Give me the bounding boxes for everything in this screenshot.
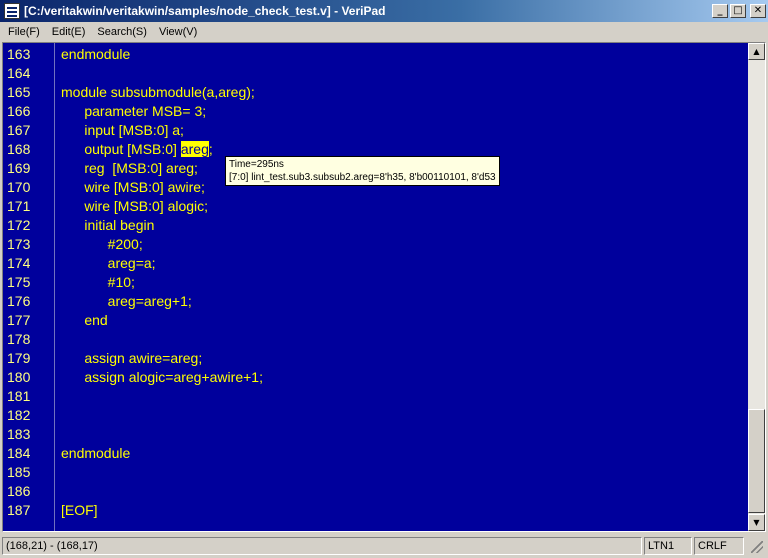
line-number: 187 (7, 502, 31, 518)
line-text: areg=areg+1; (61, 293, 192, 309)
line-number: 165 (7, 84, 31, 100)
line-text: endmodule (61, 46, 131, 62)
minimize-button[interactable]: _ (712, 4, 728, 18)
line-number: 166 (7, 103, 31, 119)
code-line: 166 parameter MSB= 3; (3, 102, 747, 121)
line-text: endmodule (61, 445, 131, 461)
line-text-before: output [MSB:0] (61, 141, 181, 157)
encoding-indicator: LTN1 (644, 536, 692, 555)
line-text: module subsubmodule(a,areg); (61, 84, 255, 100)
code-line: 185 (3, 463, 747, 482)
window-title: [C:/veritakwin/veritakwin/samples/node_c… (24, 4, 386, 18)
line-number: 171 (7, 198, 31, 214)
code-line: 182 (3, 406, 747, 425)
line-number: 169 (7, 160, 31, 176)
code-line: 177 end (3, 311, 747, 330)
line-text: wire [MSB:0] alogic; (61, 198, 209, 214)
code-line: 163 endmodule (3, 45, 747, 64)
scroll-up-button[interactable]: ▲ (748, 43, 765, 60)
maximize-button[interactable]: □ (730, 4, 746, 18)
tooltip-value: [7:0] lint_test.sub3.subsub2.areg=8'h35,… (229, 172, 496, 183)
code-line: 184 endmodule (3, 444, 747, 463)
code-line: 174 areg=a; (3, 254, 747, 273)
code-line: 175 #10; (3, 273, 747, 292)
vertical-scrollbar[interactable]: ▲ ▼ (748, 43, 765, 531)
line-text: end (61, 312, 108, 328)
line-number: 181 (7, 388, 31, 404)
menu-bar: File(F) Edit(E) Search(S) View(V) (0, 22, 768, 42)
code-line: 179 assign awire=areg; (3, 349, 747, 368)
line-text: parameter MSB= 3; (61, 103, 207, 119)
selected-text[interactable]: areg (180, 141, 209, 157)
menu-search[interactable]: Search(S) (91, 26, 153, 38)
code-line: 187 [EOF] (3, 501, 747, 520)
line-ending-indicator: CRLF (694, 536, 744, 555)
window-controls: _ □ ✕ (712, 4, 766, 18)
code-line: 167 input [MSB:0] a; (3, 121, 747, 140)
close-button[interactable]: ✕ (750, 4, 766, 18)
line-number: 164 (7, 65, 31, 81)
line-number: 167 (7, 122, 31, 138)
scroll-thumb[interactable] (748, 409, 765, 513)
line-number: 183 (7, 426, 31, 442)
code-line: 165 module subsubmodule(a,areg); (3, 83, 747, 102)
line-text: output [MSB:0] areg; (61, 140, 213, 159)
code-editor[interactable]: 163 endmodule 164 165 module subsubmodule(… (2, 42, 766, 532)
code-line: 186 (3, 482, 747, 501)
title-bar: [C:/veritakwin/veritakwin/samples/node_c… (0, 0, 768, 22)
code-line: 183 (3, 425, 747, 444)
line-text: assign awire=areg; (61, 350, 203, 366)
app-icon (4, 3, 20, 19)
line-number: 177 (7, 312, 31, 328)
menu-edit[interactable]: Edit(E) (46, 26, 92, 38)
line-number: 172 (7, 217, 31, 233)
line-text: input [MSB:0] a; (61, 122, 184, 138)
menu-view[interactable]: View(V) (153, 26, 203, 38)
code-line: 178 (3, 330, 747, 349)
line-number: 178 (7, 331, 31, 347)
code-area[interactable]: 163 endmodule 164 165 module subsubmodule(… (3, 43, 747, 531)
line-number: 182 (7, 407, 31, 423)
scroll-down-button[interactable]: ▼ (748, 514, 765, 531)
code-line: 172 initial begin (3, 216, 747, 235)
line-number: 186 (7, 483, 31, 499)
cursor-position: (168,21) - (168,17) (2, 536, 642, 555)
code-line: 173 #200; (3, 235, 747, 254)
resize-grip-icon[interactable] (748, 538, 764, 554)
line-number: 176 (7, 293, 31, 309)
line-number: 180 (7, 369, 31, 385)
line-text-after: ; (208, 141, 213, 157)
line-text: reg [MSB:0] areg; (61, 160, 198, 176)
code-line: 181 (3, 387, 747, 406)
line-text: #200; (61, 236, 143, 252)
code-line: 164 (3, 64, 747, 83)
line-number: 168 (7, 141, 31, 157)
tooltip-time: Time=295ns (229, 159, 284, 170)
signal-value-tooltip: Time=295ns [7:0] lint_test.sub3.subsub2.… (225, 156, 500, 186)
line-text: [EOF] (61, 502, 98, 518)
status-bar: (168,21) - (168,17) LTN1 CRLF (0, 535, 768, 556)
line-number: 170 (7, 179, 31, 195)
line-number: 179 (7, 350, 31, 366)
menu-file[interactable]: File(F) (2, 26, 46, 38)
line-number: 173 (7, 236, 31, 252)
line-number: 174 (7, 255, 31, 271)
line-number: 163 (7, 46, 31, 62)
line-text: areg=a; (61, 255, 156, 271)
line-text: wire [MSB:0] awire; (61, 179, 205, 195)
line-number: 175 (7, 274, 31, 290)
line-text: assign alogic=areg+awire+1; (61, 369, 263, 385)
line-text: #10; (61, 274, 135, 290)
code-line: 176 areg=areg+1; (3, 292, 747, 311)
line-number: 184 (7, 445, 31, 461)
line-text: initial begin (61, 217, 155, 233)
code-line: 171 wire [MSB:0] alogic; (3, 197, 747, 216)
line-number: 185 (7, 464, 31, 480)
code-line: 180 assign alogic=areg+awire+1; (3, 368, 747, 387)
